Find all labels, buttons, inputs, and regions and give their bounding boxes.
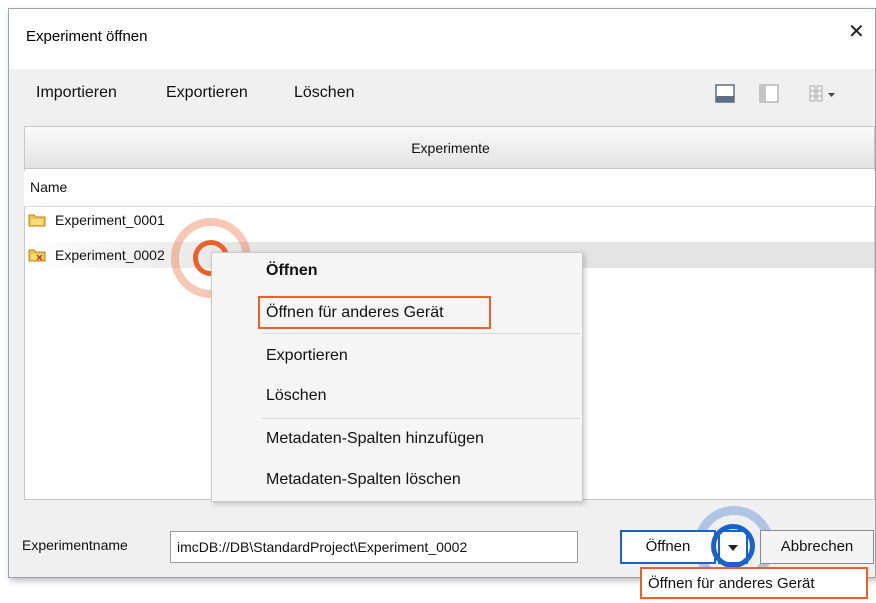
menu-item-add-metadata-columns[interactable]: Metadaten-Spalten hinzufügen <box>266 430 484 448</box>
experiments-header-label: Experimente <box>411 140 490 156</box>
click-indicator <box>711 524 755 568</box>
layout-bottom-panel-icon[interactable] <box>715 84 735 103</box>
list-item[interactable]: Experiment_0001 <box>25 207 874 233</box>
view-layout-icons <box>714 82 854 106</box>
folder-icon <box>28 249 46 262</box>
experiment-path-field[interactable]: imcDB://DB\StandardProject\Experiment_00… <box>170 531 578 563</box>
experiment-name: Experiment_0002 <box>55 247 165 263</box>
menu-item-delete-metadata-columns[interactable]: Metadaten-Spalten löschen <box>266 471 461 489</box>
open-button[interactable]: Öffnen <box>620 530 716 564</box>
menu-item-open[interactable]: Öffnen <box>266 262 318 280</box>
layout-side-panel-icon[interactable] <box>759 84 779 103</box>
name-column-header[interactable] <box>24 171 875 207</box>
dropdown-item-open-other-device[interactable]: Öffnen für anderes Gerät <box>640 567 868 599</box>
experiment-name: Experiment_0001 <box>55 212 165 228</box>
context-menu <box>211 252 583 502</box>
dialog-title: Experiment öffnen <box>26 28 148 45</box>
experiments-header: Experimente <box>24 126 875 169</box>
name-column-label: Name <box>30 179 68 195</box>
columns-view-icon[interactable] <box>809 85 835 102</box>
menu-separator <box>262 418 580 419</box>
menu-separator <box>262 333 580 334</box>
cancel-button[interactable]: Abbrechen <box>760 530 874 564</box>
close-icon[interactable]: ✕ <box>848 22 865 42</box>
menu-item-open-other-device[interactable]: Öffnen für anderes Gerät <box>266 304 444 322</box>
export-button[interactable]: Exportieren <box>166 84 248 102</box>
menu-item-delete[interactable]: Löschen <box>266 387 327 405</box>
folder-icon <box>28 214 46 227</box>
experiment-name-label: Experimentname <box>22 537 128 553</box>
delete-button[interactable]: Löschen <box>294 84 355 102</box>
menu-item-export[interactable]: Exportieren <box>266 347 348 365</box>
import-button[interactable]: Importieren <box>36 84 117 102</box>
